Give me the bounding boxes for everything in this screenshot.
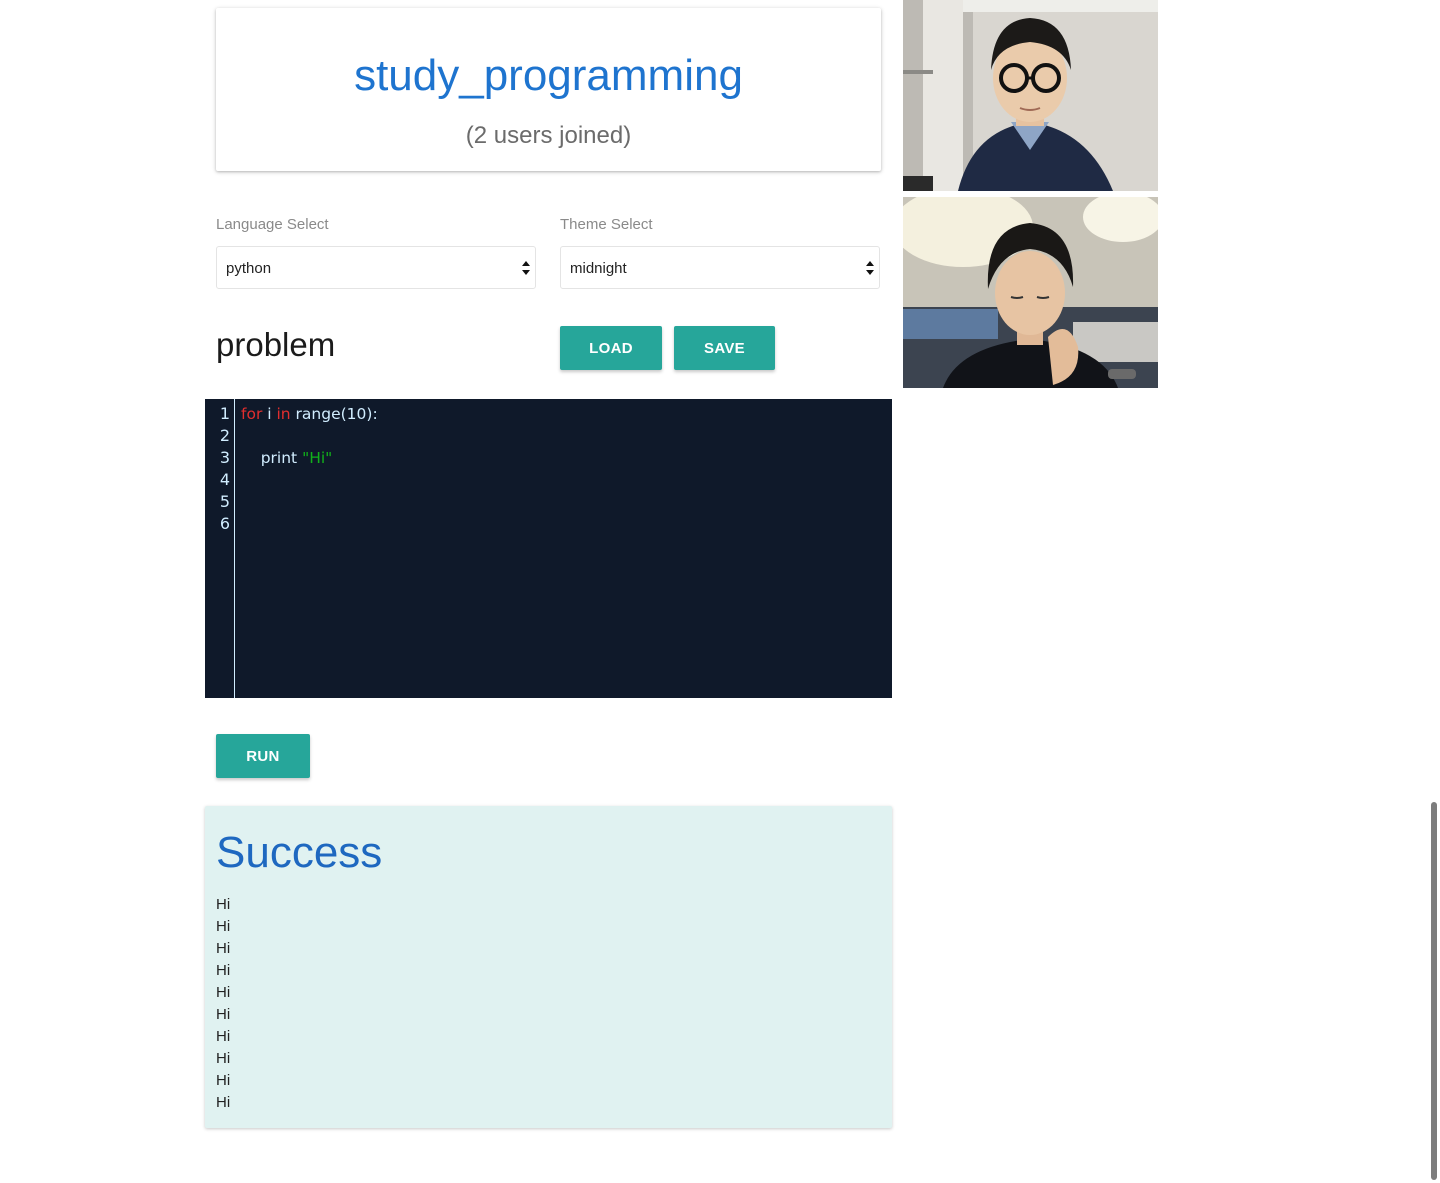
video-feed-user-2	[903, 197, 1158, 388]
language-select[interactable]: python	[216, 246, 536, 289]
output-lines: Hi Hi Hi Hi Hi Hi Hi Hi Hi Hi	[216, 894, 230, 1114]
page-scrollbar[interactable]	[1431, 802, 1437, 1180]
line-number: 5	[219, 492, 230, 511]
editor-gutter: 1 2 3 4 5 6	[205, 399, 235, 698]
output-status-title: Success	[216, 828, 383, 877]
run-button[interactable]: RUN	[216, 734, 310, 778]
output-line: Hi	[216, 896, 231, 913]
room-title: study_programming	[354, 51, 743, 100]
output-line: Hi	[216, 1072, 231, 1089]
problem-title: problem	[216, 326, 336, 363]
code-editor[interactable]: 1 2 3 4 5 6 for i in range(10): print "H…	[205, 399, 892, 698]
room-user-count: (2 users joined)	[465, 122, 632, 149]
save-button[interactable]: SAVE	[674, 326, 775, 370]
output-line: Hi	[216, 1006, 231, 1023]
code-call: range(10):	[290, 405, 378, 423]
line-number: 6	[219, 514, 230, 533]
line-number: 2	[219, 426, 230, 445]
load-button[interactable]: LOAD	[560, 326, 662, 370]
code-call: print	[241, 449, 303, 467]
output-line: Hi	[216, 1028, 231, 1045]
select-arrows-icon	[522, 261, 530, 275]
code-keyword: for	[241, 405, 263, 423]
theme-select-value: midnight	[570, 260, 627, 277]
code-string: "Hi"	[302, 449, 333, 467]
output-line: Hi	[216, 984, 231, 1001]
line-number: 3	[219, 448, 230, 467]
code-line: print "Hi"	[241, 447, 333, 469]
output-line: Hi	[216, 1050, 231, 1067]
code-line: for i in range(10):	[241, 403, 378, 425]
output-panel: Success Hi Hi Hi Hi Hi Hi Hi Hi Hi Hi	[205, 806, 892, 1128]
theme-select[interactable]: midnight	[560, 246, 880, 289]
language-select-label: Language Select	[216, 216, 329, 233]
output-line: Hi	[216, 962, 231, 979]
code-keyword: in	[276, 405, 291, 423]
room-header-card: study_programming (2 users joined)	[216, 8, 881, 171]
theme-select-label: Theme Select	[560, 216, 653, 233]
video-feed-user-1	[903, 0, 1158, 191]
page: study_programming (2 users joined) Langu…	[0, 0, 1440, 1183]
line-number: 4	[219, 470, 230, 489]
output-line: Hi	[216, 918, 231, 935]
language-select-value: python	[226, 260, 272, 277]
output-line: Hi	[216, 940, 231, 957]
select-arrows-icon	[866, 261, 874, 275]
output-line: Hi	[216, 1094, 231, 1111]
code-identifier: i	[262, 405, 277, 423]
line-number: 1	[219, 404, 230, 423]
